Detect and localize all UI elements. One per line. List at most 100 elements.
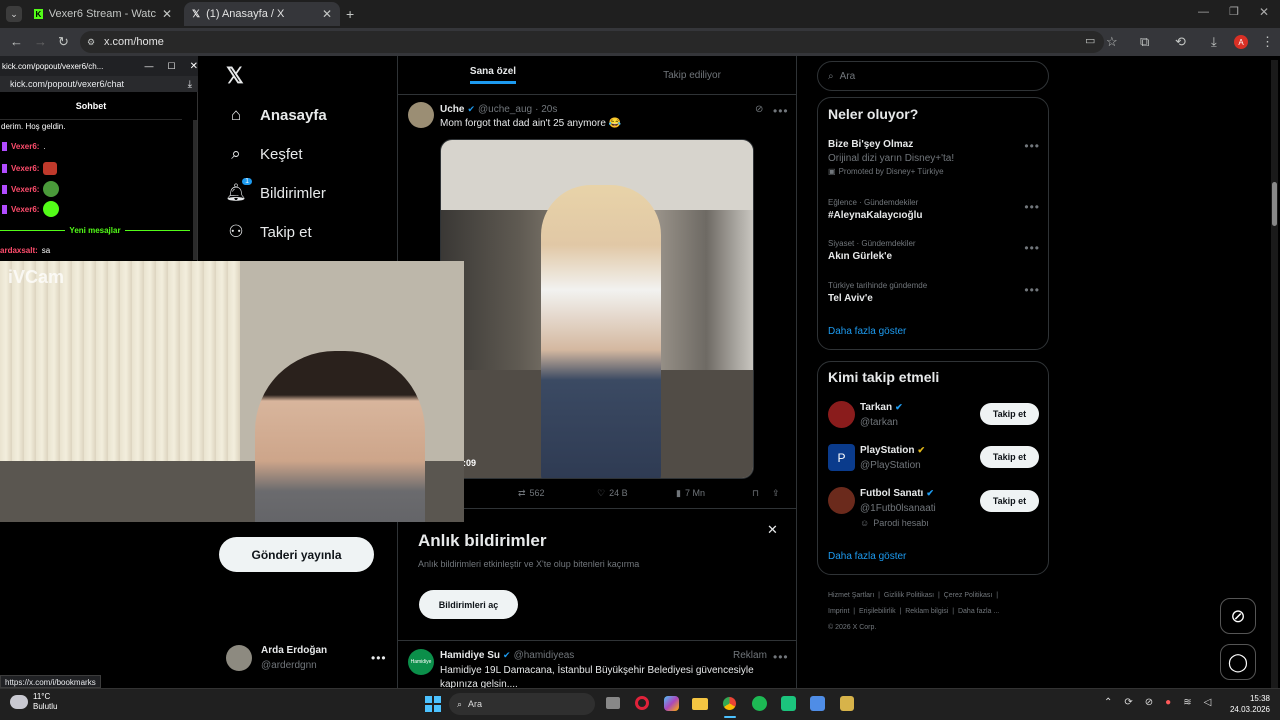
trend-item[interactable]: Eğlence · Gündemdekiler #AleynaKalaycıoğ… <box>828 198 1040 228</box>
close-icon[interactable]: ✕ <box>767 522 778 538</box>
chrome-icon[interactable] <box>722 696 737 711</box>
opera-icon[interactable] <box>635 696 649 710</box>
app-icon[interactable] <box>810 696 825 711</box>
scrollbar-track[interactable] <box>1271 60 1278 688</box>
ad-handle[interactable]: @hamidiyeas <box>514 650 575 661</box>
nav-notifications[interactable]: 🔔︎ 1 Bildirimler <box>225 178 326 203</box>
close-tab-icon[interactable]: ✕ <box>162 7 172 21</box>
account-switcher[interactable]: Arda Erdoğan @arderdgnn ••• <box>226 643 386 675</box>
views-button[interactable]: ▮ 7 Mn <box>676 488 752 499</box>
tab-for-you[interactable]: Sana özel <box>398 56 588 94</box>
close-tab-icon[interactable]: ✕ <box>322 7 332 21</box>
new-tab-button[interactable]: + <box>346 6 354 22</box>
download-icon[interactable]: ⤓ <box>1211 34 1217 50</box>
tab-x-home[interactable]: 𝕏 (1) Anasayfa / X ✕ <box>184 2 340 26</box>
app-icon[interactable] <box>840 696 854 711</box>
follow-button[interactable]: Takip et <box>980 403 1039 425</box>
site-info-icon[interactable]: ⚙ <box>87 37 95 48</box>
weather-widget[interactable]: 11°C Bulutlu <box>10 692 57 712</box>
tab-following[interactable]: Takip ediliyor <box>597 56 787 94</box>
trend-item[interactable]: Türkiye tarihinde gündemde Tel Aviv'e ••… <box>828 281 1040 311</box>
task-view-icon[interactable] <box>606 697 620 709</box>
close-window-icon[interactable]: ✕ <box>1259 5 1269 19</box>
network-off-icon[interactable]: ⊘ <box>1145 697 1153 708</box>
minimize-window-icon[interactable]: — <box>145 61 154 71</box>
start-button[interactable] <box>425 696 441 712</box>
trend-more-icon[interactable]: ••• <box>1024 283 1040 297</box>
trends-show-more-link[interactable]: Daha fazla göster <box>828 326 906 337</box>
chat-scrollbar[interactable] <box>193 120 197 260</box>
restore-window-icon[interactable]: ❐ <box>1229 5 1239 18</box>
trend-more-icon[interactable]: ••• <box>1024 241 1040 255</box>
nav-follow[interactable]: ⚇ Takip et <box>226 222 311 242</box>
tweet-handle[interactable]: @uche_aug <box>478 104 532 115</box>
scrollbar-thumb[interactable] <box>1272 182 1277 226</box>
tab-vexer6-stream[interactable]: K Vexer6 Stream - Watch Live on ✕ <box>26 2 180 26</box>
app-icon[interactable] <box>781 696 796 711</box>
tweet-more-icon[interactable]: ••• <box>773 104 789 118</box>
close-window-icon[interactable]: ✕ <box>190 61 198 72</box>
trend-more-icon[interactable]: ••• <box>1024 139 1040 153</box>
messages-float-button[interactable]: ◯ <box>1220 644 1256 680</box>
address-bar[interactable]: ⚙ x.com/home <box>80 31 1104 53</box>
copilot-icon[interactable] <box>664 696 679 711</box>
nav-home[interactable]: ⌂ Anasayfa <box>226 105 327 125</box>
enable-notifications-button[interactable]: Bildirimleri aç <box>419 590 518 619</box>
avatar[interactable] <box>408 102 434 128</box>
back-icon[interactable]: ← <box>10 34 23 49</box>
volume-icon[interactable]: ◁ <box>1204 697 1212 708</box>
bookmark-icon[interactable]: ⊓ <box>752 488 772 499</box>
reload-icon[interactable]: ↻ <box>58 34 69 50</box>
sync-icon[interactable]: ⟳ <box>1124 697 1132 708</box>
footer-link[interactable]: Hizmet Şartları <box>828 592 874 599</box>
footer-link[interactable]: Imprint <box>828 608 849 615</box>
ad-more-icon[interactable]: ••• <box>773 650 789 664</box>
clock[interactable]: 15:38 24.03.2026 <box>1226 693 1270 715</box>
retweet-button[interactable]: ⇄ 562 <box>518 488 597 499</box>
chrome-menu-icon[interactable]: ⋮ <box>1261 34 1274 50</box>
avatar[interactable]: Hamidiye <box>408 649 434 675</box>
more-icon[interactable]: ••• <box>371 651 387 665</box>
footer-link[interactable]: Gizlilik Politikası <box>884 592 934 599</box>
download-icon[interactable]: ⤓ <box>188 79 192 90</box>
spotify-icon[interactable] <box>752 696 767 711</box>
share-icon[interactable]: ⇪ <box>772 488 780 499</box>
footer-link[interactable]: Reklam bilgisi <box>905 608 948 615</box>
grok-float-button[interactable]: ⊘ <box>1220 598 1256 634</box>
footer-link[interactable]: Daha fazla ... <box>958 608 999 615</box>
system-tray[interactable]: ⌃ ⟳ ⊘ ● ≋ ◁ <box>1104 697 1211 708</box>
extensions-icon[interactable]: ⧉ <box>1140 34 1149 50</box>
tab-search-button[interactable]: ⌄ <box>6 6 22 22</box>
minimize-window-icon[interactable]: — <box>1198 6 1209 18</box>
footer-link[interactable]: Erişilebilirlik <box>859 608 896 615</box>
who-show-more-link[interactable]: Daha fazla göster <box>828 551 906 562</box>
chevron-up-icon[interactable]: ⌃ <box>1104 697 1112 708</box>
trend-item[interactable]: Bize Bi'şey Olmaz Orijinal dizi yarın Di… <box>828 139 1040 183</box>
file-explorer-icon[interactable] <box>692 698 708 710</box>
microphone-icon[interactable]: ● <box>1165 697 1171 708</box>
like-button[interactable]: ♡ 24 B <box>597 488 676 499</box>
follow-button[interactable]: Takip et <box>980 490 1039 512</box>
forward-icon[interactable]: → <box>34 34 47 49</box>
ad-author[interactable]: Hamidiye Su <box>440 650 500 661</box>
profile-avatar[interactable]: A <box>1234 35 1248 49</box>
tweet-time[interactable]: · 20s <box>535 104 557 115</box>
trend-item[interactable]: Siyaset · Gündemdekiler Akın Gürlek'e ••… <box>828 239 1040 269</box>
tweet-author[interactable]: Uche <box>440 104 464 115</box>
wifi-icon[interactable]: ≋ <box>1183 697 1191 708</box>
x-logo-icon[interactable]: 𝕏 <box>226 63 244 89</box>
nav-label: Bildirimler <box>260 184 326 202</box>
cast-icon[interactable]: ▭ <box>1085 34 1095 47</box>
bookmark-star-icon[interactable]: ☆ <box>1106 34 1118 50</box>
follow-button[interactable]: Takip et <box>980 446 1039 468</box>
trend-more-icon[interactable]: ••• <box>1024 200 1040 214</box>
post-button[interactable]: Gönderi yayınla <box>219 537 374 572</box>
maximize-window-icon[interactable]: ☐ <box>168 61 176 72</box>
history-icon[interactable]: ⟲ <box>1175 34 1186 50</box>
nav-explore[interactable]: ⌕ Keşfet <box>226 144 302 164</box>
search-input[interactable]: ⌕ Ara <box>817 61 1049 91</box>
footer-link[interactable]: Çerez Politikası <box>944 592 993 599</box>
tweet-video[interactable]: :09 <box>440 139 754 479</box>
taskbar-search[interactable]: ⌕ Ara <box>449 693 595 715</box>
grok-icon[interactable]: ⊘ <box>755 104 763 115</box>
